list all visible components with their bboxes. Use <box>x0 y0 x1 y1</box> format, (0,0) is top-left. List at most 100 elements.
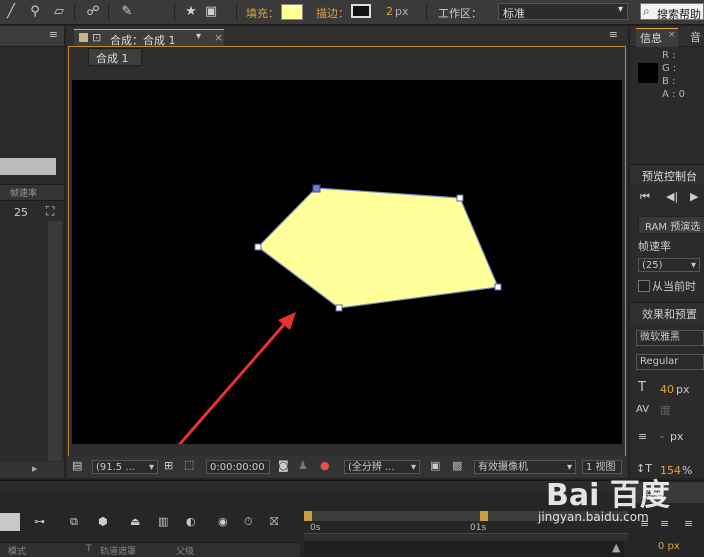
project-column-header: 帧速率 <box>0 184 64 201</box>
stopwatch-icon[interactable]: ⏱ <box>244 515 253 529</box>
t-column-label: T <box>86 544 92 554</box>
stroke-width-value[interactable]: 2 <box>386 5 393 18</box>
timeline-search-field[interactable] <box>0 513 20 531</box>
resolution-value: (全分辨 ... <box>348 462 395 473</box>
shape-vertex-handle[interactable] <box>456 194 464 202</box>
info-panel-tabs: 信息 × 音 <box>630 26 704 47</box>
motion-blur-icon[interactable]: ◐ <box>186 515 196 528</box>
composition-tab-bar: ⊡ 合成：合成 1 ▾ × ≡ <box>66 26 628 47</box>
ram-preview-options[interactable]: RAM 预演选 <box>638 216 704 234</box>
resolution-dropdown[interactable]: (全分辨 ... ▾ <box>344 460 420 474</box>
frame-blending-icon[interactable]: ▥ <box>158 515 168 528</box>
color-channels-icon[interactable]: ● <box>320 459 330 472</box>
tab-info-label: 信息 <box>640 32 662 45</box>
shape-vertex-handle[interactable] <box>335 304 343 312</box>
leading-value[interactable]: - <box>660 430 664 443</box>
region-of-interest-icon[interactable]: ▣ <box>430 459 440 472</box>
mask-visibility-icon[interactable]: ⬚ <box>184 458 194 471</box>
shape-vertex-handle[interactable] <box>494 283 502 291</box>
ram-preview-label: RAM 预演选 <box>645 222 701 233</box>
graph-editor-icon[interactable]: ◉ <box>218 515 228 528</box>
fill-label[interactable]: 填充： <box>246 5 279 21</box>
stroke-color-swatch[interactable] <box>351 4 371 18</box>
first-frame-icon[interactable]: ⏮ <box>640 190 650 204</box>
star-icon[interactable]: ★ <box>182 3 200 21</box>
close-icon[interactable]: × <box>668 30 676 40</box>
preview-frame-rate-value: (25) <box>642 260 663 271</box>
close-icon[interactable]: × <box>214 31 223 44</box>
tab-composition[interactable]: ⊡ 合成：合成 1 ▾ × <box>74 29 224 47</box>
draft-3d-icon[interactable]: ⬢ <box>98 515 108 528</box>
yellow-shape-layer[interactable] <box>257 187 499 309</box>
puppet-pin-tool-icon[interactable]: ✎ <box>118 3 136 21</box>
prev-frame-icon[interactable]: ◀| <box>666 190 678 203</box>
info-b: B : <box>662 76 676 87</box>
fill-color-swatch[interactable] <box>281 4 303 20</box>
composition-mini-flowchart-icon[interactable]: ⊶ <box>34 515 45 528</box>
tab-info[interactable]: 信息 × <box>636 28 678 47</box>
panel-menu-icon[interactable]: ≡ <box>49 28 58 41</box>
preview-panel-header: 预览控制台 <box>630 164 704 185</box>
effects-panel-title[interactable]: 效果和预置 <box>642 306 697 322</box>
hierarchy-icon: ⛶ <box>46 204 55 218</box>
from-current-checkbox[interactable] <box>638 280 650 292</box>
chevron-down-icon: ▾ <box>617 4 623 15</box>
always-preview-icon[interactable]: ▤ <box>72 459 82 472</box>
zoom-slider-icon[interactable]: ▲ <box>612 541 620 554</box>
chevron-down-icon[interactable]: ▾ <box>196 31 201 42</box>
eraser-tool-icon[interactable]: ▱ <box>50 3 68 21</box>
frame-rate-value: 25 <box>14 206 28 219</box>
snapshot-icon[interactable]: ◙ <box>278 459 289 472</box>
effects-panel-header: 效果和预置 <box>630 302 704 323</box>
font-size-value[interactable]: 40 <box>660 383 674 396</box>
workspace-dropdown[interactable]: 标准 ▾ <box>498 3 628 20</box>
tab-audio[interactable]: 音 <box>690 29 701 45</box>
preview-frame-rate-dropdown[interactable]: (25) ▾ <box>638 258 700 272</box>
panel-menu-icon[interactable]: ≡ <box>609 28 618 41</box>
hide-shy-layers-icon[interactable]: ⏏ <box>130 515 140 528</box>
search-icon: ⌕ <box>643 4 650 18</box>
leading-unit: px <box>670 430 684 443</box>
project-scrollbar[interactable] <box>48 221 62 461</box>
timecode-value: 0:00:00:00 <box>210 462 265 473</box>
play-icon[interactable]: ▶ <box>690 190 698 203</box>
shape-vertex-handle[interactable] <box>312 184 321 193</box>
show-snapshot-icon[interactable]: ♟ <box>298 459 308 472</box>
timeline-track-area[interactable] <box>304 541 624 556</box>
indent-value[interactable]: 0 px <box>658 541 680 552</box>
trackmatte-column-label: 轨道遮罩 <box>100 547 137 557</box>
red-arrow-annotation <box>177 319 290 444</box>
brush-tool-icon[interactable]: ╱ <box>2 3 20 21</box>
clone-stamp-tool-icon[interactable]: ⚲ <box>26 3 44 21</box>
mask-icon[interactable]: ▣ <box>202 3 220 21</box>
font-size-unit: px <box>676 383 690 396</box>
work-area-start-handle[interactable] <box>304 511 312 521</box>
stroke-label[interactable]: 描边： <box>316 5 349 21</box>
workspace-value: 标准 <box>503 7 525 20</box>
preview-panel-title: 预览控制台 <box>642 170 697 183</box>
work-area-end-handle[interactable] <box>480 511 488 521</box>
project-search-field[interactable] <box>0 158 56 175</box>
camera-value: 有效摄像机 <box>478 462 528 473</box>
lock-icon[interactable]: ⊡ <box>92 31 101 44</box>
current-time-field[interactable]: 0:00:00:00 <box>206 460 270 474</box>
font-family-value: 微软雅黑 <box>640 332 680 343</box>
breadcrumb[interactable]: 合成 1 <box>88 48 142 66</box>
shape-vertex-handle[interactable] <box>254 243 262 251</box>
transparency-grid-icon[interactable]: ▩ <box>452 459 462 472</box>
project-panel: ≡ 帧速率 25 ⛶ ▸ <box>0 26 64 478</box>
font-style-dropdown[interactable]: Regular <box>636 354 704 370</box>
scroll-right-icon[interactable]: ▸ <box>32 462 38 475</box>
chevron-down-icon: ▾ <box>410 462 416 473</box>
preview-frame-rate-label: 帧速率 <box>638 240 671 253</box>
font-family-dropdown[interactable]: 微软雅黑 <box>636 330 704 346</box>
zoom-dropdown[interactable]: (91.5 ... ▾ <box>92 460 158 474</box>
kerning-icon: AV <box>636 404 650 415</box>
brainstorm-icon[interactable]: ⛝ <box>270 515 278 529</box>
composition-canvas[interactable] <box>72 80 622 444</box>
roto-brush-tool-icon[interactable]: ☍ <box>84 3 102 21</box>
live-update-icon[interactable]: ⧉ <box>70 515 78 529</box>
search-help-text: 搜索帮助 <box>657 8 701 21</box>
search-help-field[interactable]: ⌕ 搜索帮助 <box>640 3 704 21</box>
safe-zones-icon[interactable]: ⊞ <box>164 459 173 472</box>
